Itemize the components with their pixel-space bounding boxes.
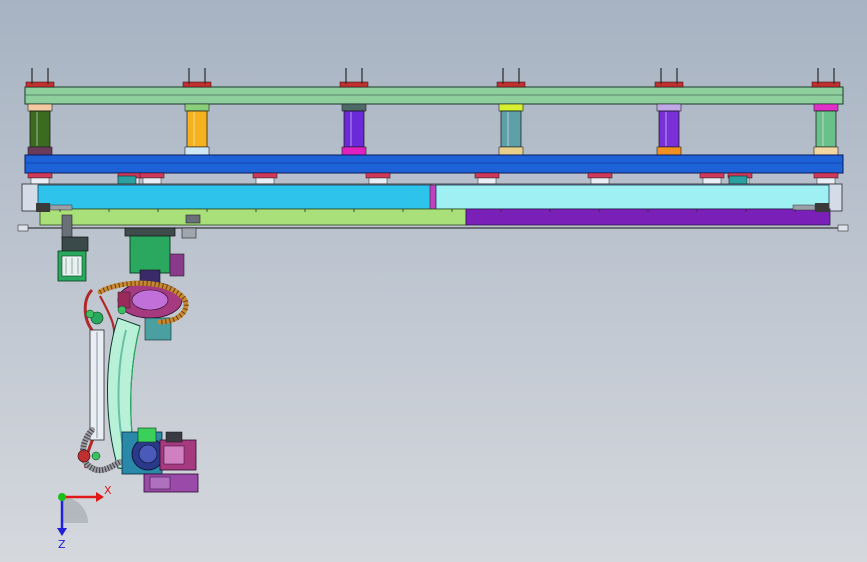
z-axis-arrowhead — [57, 528, 67, 536]
gantry-frame[interactable] — [17, 68, 849, 232]
lower-rail-left — [37, 184, 433, 210]
y-axis-marker — [58, 493, 66, 501]
top-beam — [24, 86, 844, 105]
post-top-cap — [341, 103, 367, 112]
support-post — [654, 68, 684, 156]
z-axis-label: Z — [58, 538, 66, 551]
support-post — [339, 68, 369, 156]
travel-drive-motor — [57, 236, 89, 282]
cable-tie — [85, 309, 95, 319]
rail-joint — [429, 184, 437, 210]
support-post — [25, 68, 55, 156]
x-axis-label: X — [104, 484, 112, 497]
gantry-robot-model[interactable]: X Z — [0, 0, 867, 562]
post-bottom-cap — [184, 146, 210, 156]
post-column — [343, 110, 365, 148]
support-post — [182, 68, 212, 156]
post-top-cap — [498, 103, 524, 112]
robot-base — [124, 227, 185, 277]
post-top-plate — [339, 81, 369, 88]
support-post — [496, 68, 526, 156]
triad-shadow — [62, 497, 88, 523]
carriage-bracket-right — [185, 214, 201, 224]
post-bottom-cap — [656, 146, 682, 156]
x-axis-arrowhead — [96, 492, 104, 502]
robot-arm-assembly[interactable] — [57, 214, 201, 493]
counterbalance-cylinder — [89, 311, 105, 441]
post-bottom-cap — [498, 146, 524, 156]
post-column — [815, 110, 837, 148]
post-column — [186, 110, 208, 148]
post-bottom-cap — [341, 146, 367, 156]
post-column — [29, 110, 51, 148]
post-top-plate — [654, 81, 684, 88]
post-top-cap — [813, 103, 839, 112]
post-top-plate — [496, 81, 526, 88]
hose-coupling — [77, 449, 91, 463]
post-top-plate — [182, 81, 212, 88]
cable-tie — [91, 451, 101, 461]
carriage-strip-left — [39, 208, 467, 226]
cad-viewport[interactable]: X Z — [0, 0, 867, 562]
robot-wrist — [121, 427, 199, 493]
post-top-plate — [811, 81, 841, 88]
lower-rail-right — [435, 184, 830, 210]
post-top-cap — [656, 103, 682, 112]
support-posts — [25, 68, 841, 156]
cable-tie — [117, 305, 127, 315]
main-beam — [24, 154, 844, 174]
carriage-bracket-left — [61, 214, 73, 240]
cable-clamp — [181, 227, 197, 239]
post-top-cap — [27, 103, 53, 112]
post-bottom-cap — [27, 146, 53, 156]
post-column — [500, 110, 522, 148]
post-bottom-cap — [813, 146, 839, 156]
post-top-plate — [25, 81, 55, 88]
post-column — [658, 110, 680, 148]
support-post — [811, 68, 841, 156]
left-end-stop — [17, 224, 29, 232]
right-end-stop — [837, 224, 849, 232]
post-top-cap — [184, 103, 210, 112]
orientation-triad: X Z — [57, 484, 112, 551]
